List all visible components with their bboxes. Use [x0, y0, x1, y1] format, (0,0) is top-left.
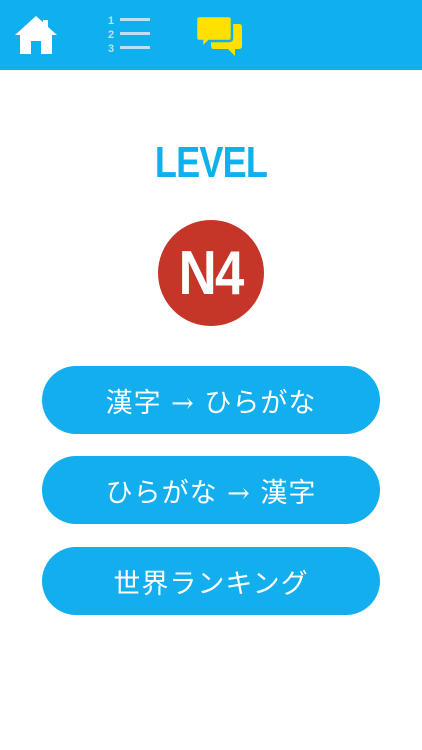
top-bar: 1 2 3 — [0, 0, 422, 70]
kanji-to-hiragana-button[interactable]: 漢字 → ひらがな — [42, 366, 380, 434]
level-badge: N4 — [158, 220, 264, 326]
chat-button[interactable] — [193, 10, 245, 60]
ranking-list-button[interactable]: 1 2 3 — [102, 10, 154, 60]
list-number: 3 — [108, 43, 114, 55]
world-ranking-button[interactable]: 世界ランキング — [42, 547, 380, 615]
home-icon — [15, 16, 57, 54]
numbered-list-icon: 1 2 3 — [108, 15, 150, 55]
list-number: 1 — [108, 15, 114, 27]
list-number: 2 — [108, 29, 114, 41]
chat-bubbles-icon — [195, 14, 242, 56]
hiragana-to-kanji-button[interactable]: ひらがな → 漢字 — [42, 456, 380, 524]
level-badge-label: N4 — [179, 238, 245, 308]
home-button[interactable] — [10, 10, 62, 60]
page-title: LEVEL — [154, 138, 268, 187]
